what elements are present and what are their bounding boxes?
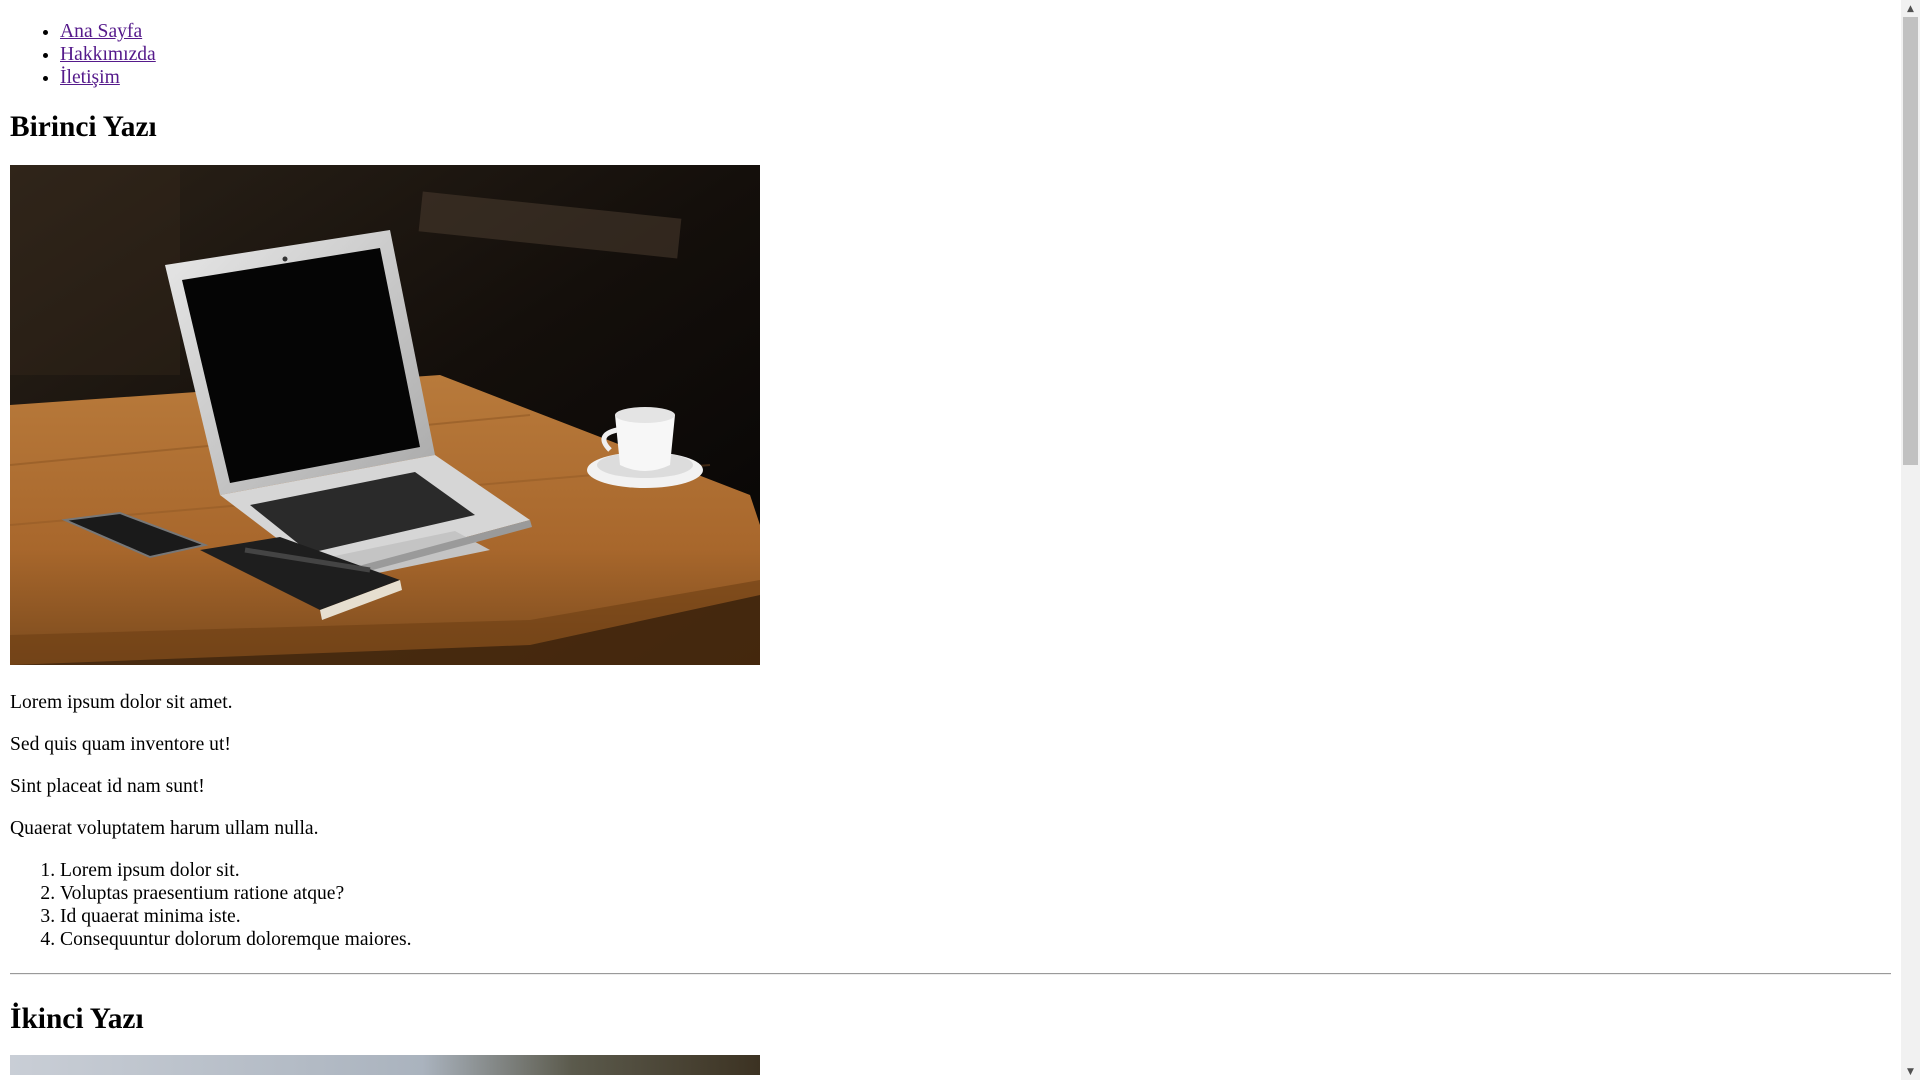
laptop-desk-photo	[10, 165, 760, 665]
nav-item: Ana Sayfa	[60, 20, 1891, 43]
post-title-second: İkinci Yazı	[10, 1003, 144, 1035]
scroll-thumb[interactable]	[1903, 17, 1918, 465]
paragraph: Sed quis quam inventore ut!	[10, 734, 231, 755]
scroll-up-icon[interactable]: ▲	[1901, 0, 1920, 17]
paragraph: Sint placeat id nam sunt!	[10, 776, 205, 797]
divider	[10, 973, 1891, 975]
list-item: Consequuntur dolorum doloremque maiores.	[60, 928, 1891, 951]
list-item: Id quaerat minima iste.	[60, 905, 1891, 928]
paragraph: Quaerat voluptatem harum ullam nulla.	[10, 818, 319, 839]
landscape-photo	[10, 1055, 760, 1075]
nav-link-contact[interactable]: İletişim	[60, 67, 120, 88]
ordered-list: Lorem ipsum dolor sit. Voluptas praesent…	[10, 859, 1891, 951]
list-item: Voluptas praesentium ratione atque?	[60, 882, 1891, 905]
nav-link-home[interactable]: Ana Sayfa	[60, 21, 142, 42]
nav-link-about[interactable]: Hakkımızda	[60, 44, 156, 65]
post-title-first: Birinci Yazı	[10, 111, 157, 143]
nav-list: Ana Sayfa Hakkımızda İletişim	[10, 20, 1891, 89]
scroll-down-icon[interactable]: ▼	[1901, 1063, 1920, 1080]
nav-item: Hakkımızda	[60, 43, 1891, 66]
paragraph: Lorem ipsum dolor sit amet.	[10, 692, 233, 713]
page: Ana Sayfa Hakkımızda İletişim Birinci Ya…	[0, 0, 1901, 1080]
nav-item: İletişim	[60, 66, 1891, 89]
list-item: Lorem ipsum dolor sit.	[60, 859, 1891, 882]
scrollbar[interactable]: ▲ ▼	[1901, 0, 1920, 1080]
content: Ana Sayfa Hakkımızda İletişim Birinci Ya…	[10, 0, 1891, 1075]
